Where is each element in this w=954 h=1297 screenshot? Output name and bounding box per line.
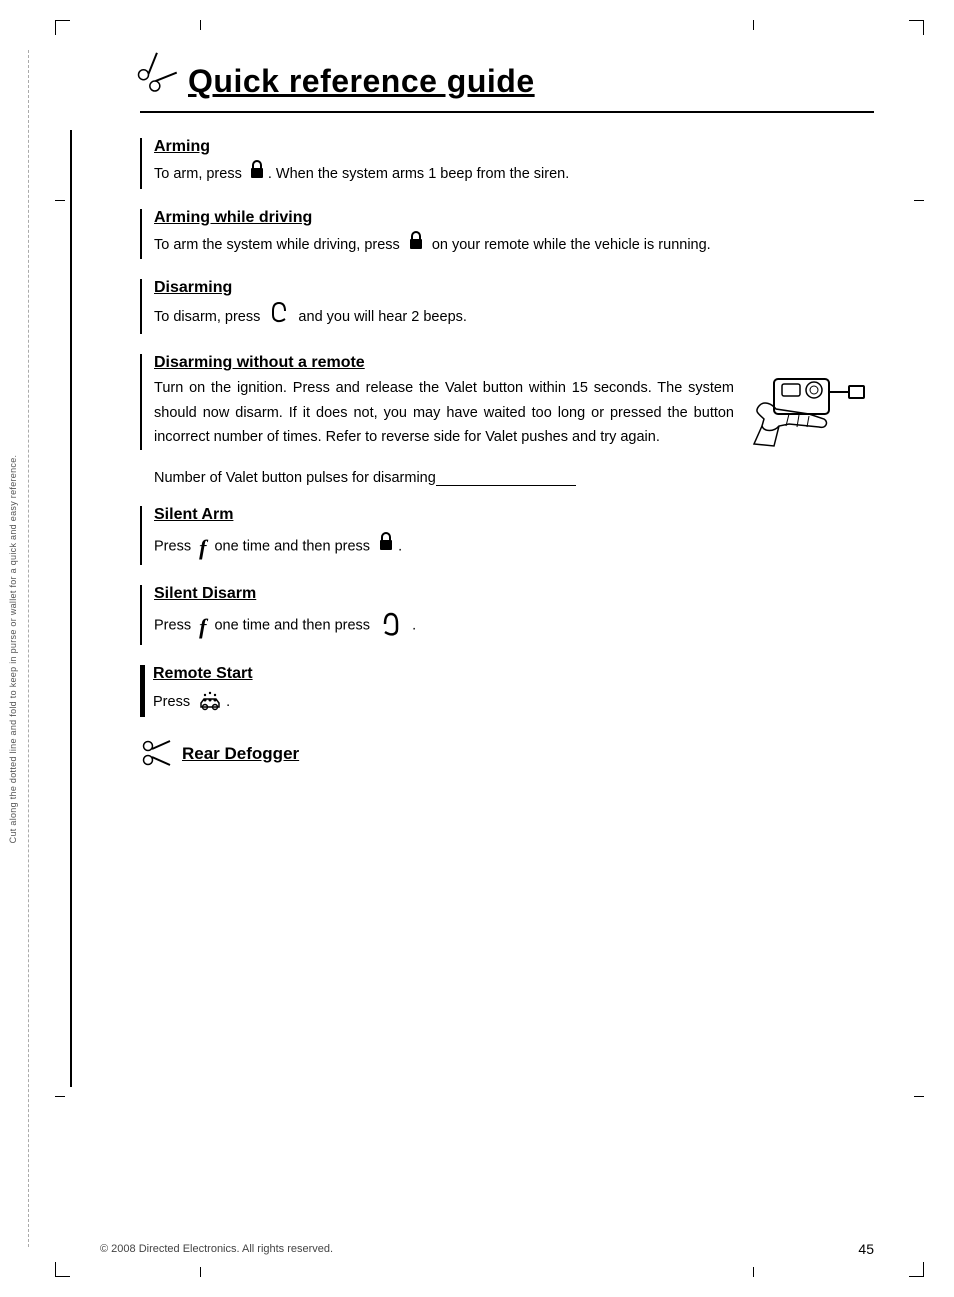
section-silent-disarm: Silent Disarm Press f one time and then … [140, 585, 874, 644]
tick-bottom-right [753, 1267, 754, 1277]
page-footer: © 2008 Directed Electronics. All rights … [100, 1241, 874, 1257]
section-rear-defogger: Rear Defogger [140, 737, 874, 774]
section-title-rear-defogger: Rear Defogger [182, 744, 299, 764]
page-header: Quick reference guide [140, 60, 874, 113]
left-bar [70, 130, 72, 1087]
disarm-icon [268, 301, 290, 334]
valet-pulses-blank [436, 474, 576, 486]
corner-mark-tr [909, 20, 924, 35]
cut-line [28, 50, 29, 1247]
section-disarming-no-remote: Disarming without a remote Turn on the i… [140, 354, 874, 450]
cut-line-label: Cut along the dotted line and fold to ke… [8, 454, 18, 843]
lock-icon-silent-arm [378, 531, 394, 560]
lock-icon-driving [408, 230, 424, 259]
section-silent-arm: Silent Arm Press f one time and then pre… [140, 506, 874, 565]
section-title-remote-start: Remote Start [153, 665, 874, 683]
section-body-silent-arm: Press f one time and then press . [154, 528, 874, 565]
valet-pulses-text: Number of Valet button pulses for disarm… [154, 470, 436, 486]
scissors-icon [130, 49, 186, 105]
corner-mark-bl [55, 1262, 70, 1277]
scissors-icon-bottom [140, 737, 172, 774]
tick-bottom-left [200, 1267, 201, 1277]
disarm-icon-silent [379, 612, 403, 647]
func-icon-silent-arm: f [199, 529, 206, 566]
tick-top-left [200, 20, 201, 30]
section-title-disarming: Disarming [154, 279, 874, 297]
section-arming: Arming To arm, press . When the system a… [140, 138, 874, 189]
section-body-arming: To arm, press . When the system arms 1 b… [154, 160, 874, 189]
section-body-remote-start: Press . [153, 687, 874, 718]
page-title: Quick reference guide [188, 63, 535, 100]
section-arming-driving: Arming while driving To arm the system w… [140, 209, 874, 260]
section-body-disarming: To disarm, press and you will hear 2 bee… [154, 301, 874, 334]
section-title-arming-driving: Arming while driving [154, 209, 874, 227]
tick-left-bottom [55, 1096, 65, 1097]
tick-left-top [55, 200, 65, 201]
section-remote-start: Remote Start Press [140, 665, 874, 718]
valet-button-image [744, 364, 874, 474]
tick-right-bottom [914, 1096, 924, 1097]
corner-mark-tl [55, 20, 70, 35]
remote-start-icon [197, 689, 223, 720]
page: Cut along the dotted line and fold to ke… [0, 0, 954, 1297]
lock-icon [249, 159, 265, 188]
section-body-arming-driving: To arm the system while driving, press o… [154, 231, 874, 260]
func-icon-silent-disarm: f [199, 608, 206, 645]
tick-right-top [914, 200, 924, 201]
section-body-silent-disarm: Press f one time and then press . [154, 607, 874, 644]
section-title-arming: Arming [154, 138, 874, 156]
section-title-silent-disarm: Silent Disarm [154, 585, 874, 603]
copyright-text: © 2008 Directed Electronics. All rights … [100, 1243, 333, 1255]
section-title-silent-arm: Silent Arm [154, 506, 874, 524]
section-disarming: Disarming To disarm, press and you will … [140, 279, 874, 334]
tick-top-right [753, 20, 754, 30]
corner-mark-br [909, 1262, 924, 1277]
page-number: 45 [858, 1241, 874, 1257]
section-body-disarming-no-remote: Turn on the ignition. Press and release … [154, 376, 734, 450]
main-content: Quick reference guide Arming To arm, pre… [140, 60, 874, 774]
